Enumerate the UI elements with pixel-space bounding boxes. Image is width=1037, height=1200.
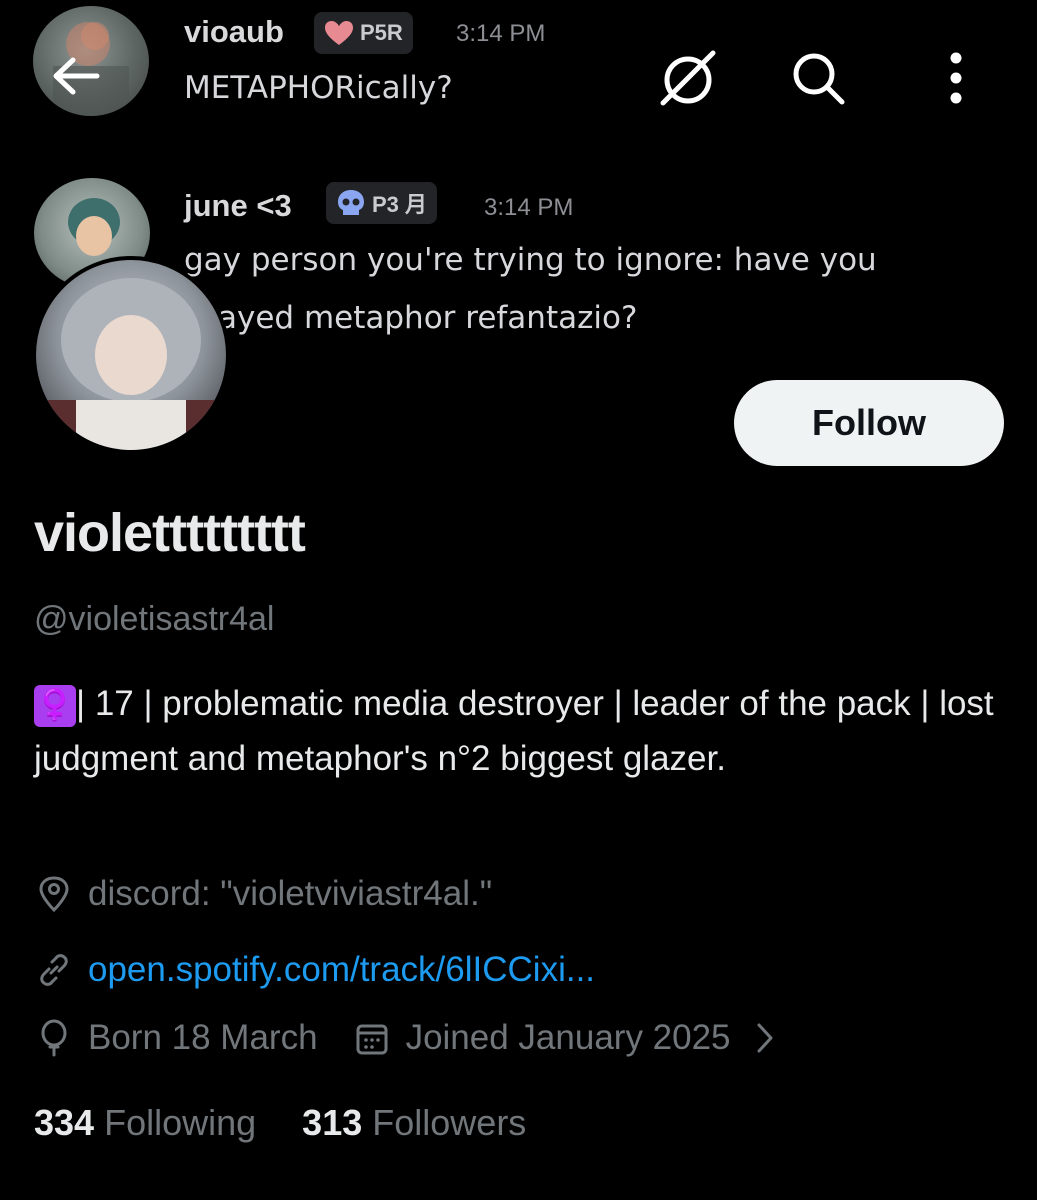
follow-button[interactable]: Follow bbox=[734, 380, 1004, 466]
back-button[interactable] bbox=[48, 48, 104, 104]
dates-row: Born 18 March Joined January 2025 bbox=[34, 1018, 775, 1058]
grok-button[interactable] bbox=[656, 46, 720, 110]
following-count: 334 bbox=[34, 1102, 95, 1143]
calendar-icon bbox=[352, 1018, 392, 1058]
avatar-art bbox=[36, 278, 226, 450]
followers-count: 313 bbox=[302, 1102, 363, 1143]
birthday-text: Born 18 March bbox=[88, 1018, 318, 1057]
profile-bio: ♀️| 17 | problematic media destroyer | l… bbox=[34, 676, 994, 786]
role-tag: P5R bbox=[314, 12, 413, 54]
more-button[interactable] bbox=[924, 46, 988, 110]
profile-handle: @violetisastr4al bbox=[34, 600, 275, 638]
message-author[interactable]: june <3 bbox=[184, 188, 292, 224]
role-tag-label: P3 月 bbox=[372, 192, 428, 217]
website-row[interactable]: open.spotify.com/track/6lICCixi... bbox=[34, 950, 595, 990]
profile-avatar[interactable] bbox=[32, 256, 230, 454]
slash-circle-icon bbox=[660, 50, 716, 106]
balloon-icon bbox=[34, 1018, 74, 1058]
followers-label: Followers bbox=[372, 1102, 527, 1143]
followers-link[interactable]: 313 Followers bbox=[302, 1102, 526, 1144]
more-vertical-icon bbox=[950, 52, 962, 104]
heart-icon bbox=[325, 21, 353, 45]
female-sign-emoji: ♀️ bbox=[34, 684, 76, 727]
following-link[interactable]: 334 Following bbox=[34, 1102, 256, 1144]
skull-icon bbox=[338, 190, 364, 215]
message-text-line: ayed metaphor refantazio? bbox=[218, 300, 638, 336]
message-text-line: gay person you're trying to ignore: have… bbox=[184, 242, 877, 278]
search-button[interactable] bbox=[786, 46, 850, 110]
follow-stats: 334 Following 313 Followers bbox=[34, 1102, 526, 1144]
bio-text: | 17 | problematic media destroyer | lea… bbox=[34, 684, 994, 778]
arrow-left-icon bbox=[53, 57, 100, 95]
display-name: violettttttttt bbox=[34, 503, 306, 563]
joined-text: Joined January 2025 bbox=[405, 1018, 731, 1057]
search-icon bbox=[793, 53, 845, 105]
message-author[interactable]: vioaub bbox=[184, 14, 284, 50]
location-text: discord: "violetviviastr4al." bbox=[88, 874, 493, 913]
role-tag: P3 月 bbox=[326, 182, 438, 224]
location-pin-icon bbox=[34, 874, 74, 914]
role-tag-label: P5R bbox=[360, 20, 403, 45]
location-row: discord: "violetviviastr4al." bbox=[34, 874, 492, 914]
message-time: 3:14 PM bbox=[484, 194, 574, 221]
following-label: Following bbox=[104, 1102, 257, 1143]
message-time: 3:14 PM bbox=[456, 20, 546, 47]
chevron-right-icon[interactable] bbox=[755, 1021, 775, 1055]
link-icon bbox=[34, 950, 74, 990]
message-text: METAPHORically? bbox=[184, 70, 453, 106]
website-link[interactable]: open.spotify.com/track/6lICCixi... bbox=[88, 950, 595, 990]
